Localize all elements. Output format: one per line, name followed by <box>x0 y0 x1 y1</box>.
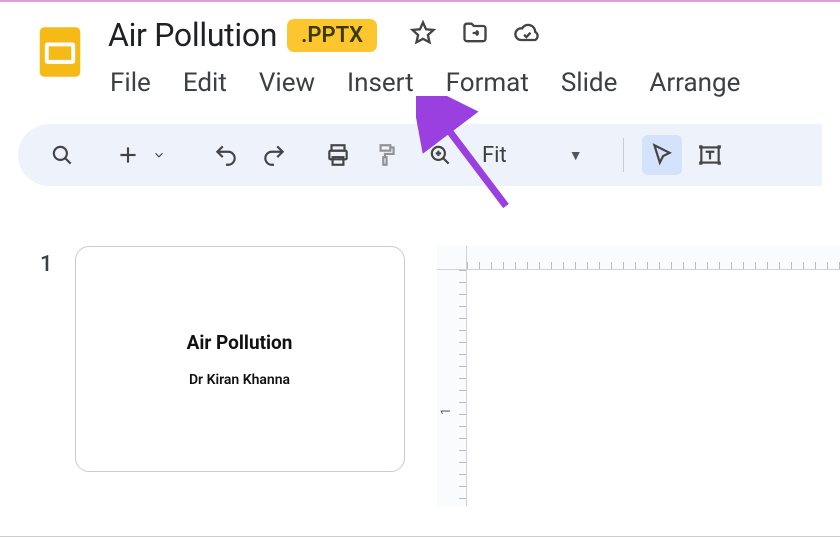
menu-slide[interactable]: Slide <box>561 68 618 98</box>
undo-button[interactable] <box>206 135 246 175</box>
zoom-button[interactable] <box>420 135 460 175</box>
file-type-badge: .PPTX <box>287 19 377 52</box>
slides-app-icon[interactable] <box>30 22 90 82</box>
document-title[interactable]: Air Pollution <box>108 16 277 54</box>
menu-bar: File Edit View Insert Format Slide Arran… <box>110 68 840 98</box>
star-icon[interactable] <box>409 19 437 51</box>
new-slide-dropdown[interactable] <box>148 135 170 175</box>
thumbnail-title: Air Pollution <box>187 331 293 354</box>
cloud-saved-icon[interactable] <box>513 19 541 51</box>
new-slide-button[interactable] <box>108 135 148 175</box>
thumbnail-subtitle: Dr Kiran Khanna <box>189 372 290 388</box>
zoom-label: Fit <box>482 143 507 168</box>
canvas-area[interactable]: 1 <box>437 246 840 506</box>
slide-number: 1 <box>40 252 53 506</box>
zoom-fit-dropdown[interactable]: Fit ▼ <box>474 143 591 168</box>
search-menus-button[interactable] <box>42 135 82 175</box>
workspace: 1 Air Pollution Dr Kiran Khanna 1 <box>0 246 840 506</box>
menu-file[interactable]: File <box>110 68 151 98</box>
title-row: Air Pollution .PPTX <box>108 16 840 54</box>
title-area: Air Pollution .PPTX File Edit View Inser… <box>108 16 840 98</box>
menu-edit[interactable]: Edit <box>183 68 227 98</box>
horizontal-ruler <box>467 246 840 270</box>
move-folder-icon[interactable] <box>461 19 489 51</box>
ruler-corner <box>437 246 467 270</box>
vertical-ruler: 1 <box>437 270 467 506</box>
print-button[interactable] <box>318 135 358 175</box>
ruler-v-label: 1 <box>439 408 454 415</box>
redo-button[interactable] <box>254 135 294 175</box>
text-box-tool-button[interactable] <box>690 135 730 175</box>
app-header: Air Pollution .PPTX File Edit View Inser… <box>0 2 840 98</box>
menu-arrange[interactable]: Arrange <box>649 68 740 98</box>
chevron-down-icon: ▼ <box>569 147 583 164</box>
toolbar: Fit ▼ <box>18 124 822 186</box>
toolbar-divider <box>623 138 624 172</box>
paint-format-button[interactable] <box>366 135 406 175</box>
menu-format[interactable]: Format <box>446 68 529 98</box>
menu-insert[interactable]: Insert <box>347 68 414 98</box>
slide-thumbnail-1[interactable]: Air Pollution Dr Kiran Khanna <box>75 246 405 472</box>
select-tool-button[interactable] <box>642 135 682 175</box>
menu-view[interactable]: View <box>259 68 315 98</box>
